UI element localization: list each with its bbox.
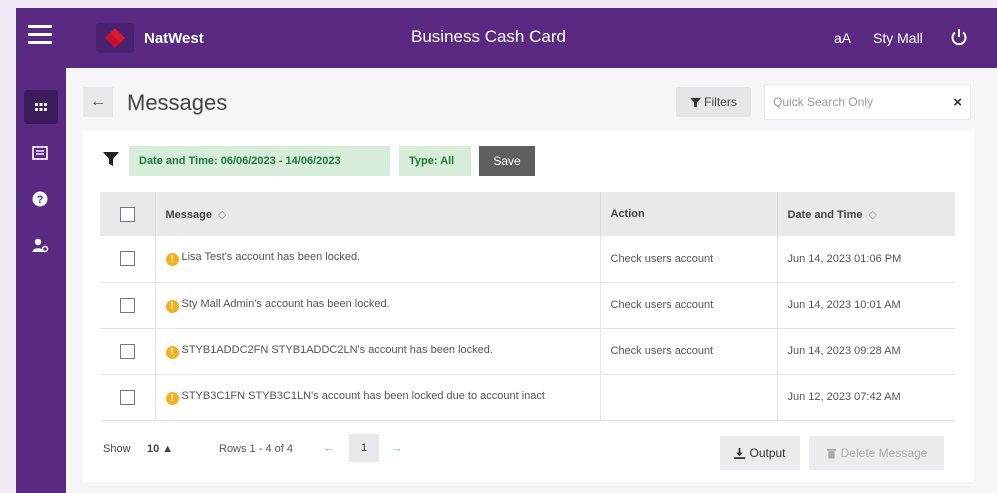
page-size-label: Show xyxy=(103,443,131,455)
power-icon[interactable] xyxy=(949,27,969,47)
select-all-checkbox[interactable] xyxy=(119,206,135,222)
delete-message-label: Delete Message xyxy=(840,446,928,460)
date-cell: Jun 14, 2023 09:28 AM xyxy=(777,328,955,375)
save-filter-button[interactable]: Save xyxy=(479,146,535,176)
user-name-menu[interactable]: Sty Mall xyxy=(873,30,923,46)
grid-icon xyxy=(35,103,47,111)
table-row[interactable]: ! Sty Mall Admin's account has been locke… xyxy=(100,282,955,329)
font-size-toggle[interactable]: aA xyxy=(834,30,851,46)
message-text: Lisa Test's account has been locked. xyxy=(181,251,361,264)
filters-button[interactable]: Filters xyxy=(676,87,751,117)
page-title: Messages xyxy=(127,90,228,115)
download-icon xyxy=(734,447,746,459)
clear-search-icon[interactable]: × xyxy=(953,94,962,111)
next-page-button[interactable]: → xyxy=(390,440,403,455)
column-header-date[interactable]: Date and Time ◇ xyxy=(777,192,955,236)
message-cell: ! Lisa Test's account has been locked. xyxy=(155,236,601,283)
row-checkbox[interactable] xyxy=(119,251,135,267)
rows-info: Rows 1 - 4 of 4 xyxy=(219,443,293,455)
svg-text:?: ? xyxy=(37,194,44,206)
column-header-message[interactable]: Message ◇ xyxy=(155,192,601,236)
row-select-cell xyxy=(100,374,156,421)
brand-name: NatWest xyxy=(144,30,204,47)
action-cell: Check users account xyxy=(600,282,778,329)
messages-card: Date and Time: 06/06/2023 - 14/06/2023 T… xyxy=(83,130,974,482)
hamburger-menu-icon[interactable] xyxy=(28,25,52,45)
message-text: Sty Mall Admin's account has been locked… xyxy=(181,297,390,310)
sidebar-item-help[interactable]: ? xyxy=(25,184,55,214)
action-cell: Check users account xyxy=(600,236,778,283)
filters-button-label: Filters xyxy=(704,95,737,109)
page-size-select[interactable]: 10 ▲ xyxy=(147,443,173,455)
previous-page-button[interactable]: ← xyxy=(323,440,336,455)
sidebar-item-user-settings[interactable] xyxy=(25,230,55,260)
table-row[interactable]: ! Lisa Test's account has been locked. Ch… xyxy=(100,236,955,283)
active-filter-icon xyxy=(103,152,119,166)
quick-search: × xyxy=(764,84,971,120)
app-title: Business Cash Card xyxy=(411,27,566,46)
column-message-label: Message xyxy=(165,208,212,221)
row-select-cell xyxy=(100,282,156,329)
message-text: STYB1ADDC2FN STYB1ADDC2LN's account has … xyxy=(181,343,493,356)
top-bar: NatWest Business Cash Card aA Sty Mall xyxy=(16,8,997,68)
table-row[interactable]: ! STYB3C1FN STYB3C1LN's account has been … xyxy=(100,374,955,421)
date-cell: Jun 14, 2023 10:01 AM xyxy=(777,282,955,329)
action-cell: Check users account xyxy=(600,328,778,375)
sidebar: ? xyxy=(16,68,66,493)
natwest-logo-icon xyxy=(105,28,125,48)
delete-message-button[interactable]: Delete Message xyxy=(809,436,944,470)
warning-icon: ! xyxy=(165,345,179,359)
warning-icon: ! xyxy=(165,253,179,267)
table-header-row: Message ◇ Action Date and Time ◇ xyxy=(100,192,955,236)
date-cell: Jun 12, 2023 07:42 AM xyxy=(777,374,955,421)
row-select-cell xyxy=(100,328,156,375)
back-button[interactable]: ← xyxy=(83,87,113,117)
output-button-label: Output xyxy=(749,446,786,460)
trash-icon xyxy=(826,448,836,459)
messages-table: Message ◇ Action Date and Time ◇ ! Lisa Tes… xyxy=(100,192,955,421)
output-button[interactable]: Output xyxy=(720,436,800,470)
message-cell: ! STYB3C1FN STYB3C1LN's account has been … xyxy=(155,374,601,421)
user-settings-icon xyxy=(32,238,49,253)
quick-search-input[interactable] xyxy=(773,95,933,109)
sort-icon[interactable]: ◇ xyxy=(869,209,877,221)
row-checkbox[interactable] xyxy=(119,343,135,359)
funnel-icon xyxy=(690,97,702,107)
column-date-label: Date and Time xyxy=(787,208,863,221)
row-checkbox[interactable] xyxy=(119,389,135,405)
action-cell xyxy=(600,374,778,421)
date-filter-chip[interactable]: Date and Time: 06/06/2023 - 14/06/2023 xyxy=(129,146,390,176)
message-cell: ! Sty Mall Admin's account has been locke… xyxy=(155,282,601,329)
row-checkbox[interactable] xyxy=(119,297,135,313)
help-icon: ? xyxy=(32,191,48,207)
sidebar-item-dashboard[interactable] xyxy=(24,90,58,124)
warning-icon: ! xyxy=(165,299,179,313)
sidebar-item-cards[interactable] xyxy=(25,138,55,168)
current-page-button[interactable]: 1 xyxy=(349,434,379,462)
date-cell: Jun 14, 2023 01:06 PM xyxy=(777,236,955,283)
row-select-cell xyxy=(100,236,156,283)
type-filter-chip[interactable]: Type: All xyxy=(399,146,471,176)
table-row[interactable]: ! STYB1ADDC2FN STYB1ADDC2LN's account has… xyxy=(100,328,955,375)
select-all-header xyxy=(100,192,156,236)
sort-icon[interactable]: ◇ xyxy=(218,209,226,221)
warning-icon: ! xyxy=(165,391,179,405)
column-header-action: Action xyxy=(600,192,778,236)
message-text: STYB3C1FN STYB3C1LN's account has been l… xyxy=(181,389,545,402)
message-cell: ! STYB1ADDC2FN STYB1ADDC2LN's account has… xyxy=(155,328,601,375)
natwest-logo xyxy=(96,23,134,53)
main-content: ← Messages Filters × Date and Time: 06/0… xyxy=(66,68,997,493)
card-list-icon xyxy=(32,146,48,160)
